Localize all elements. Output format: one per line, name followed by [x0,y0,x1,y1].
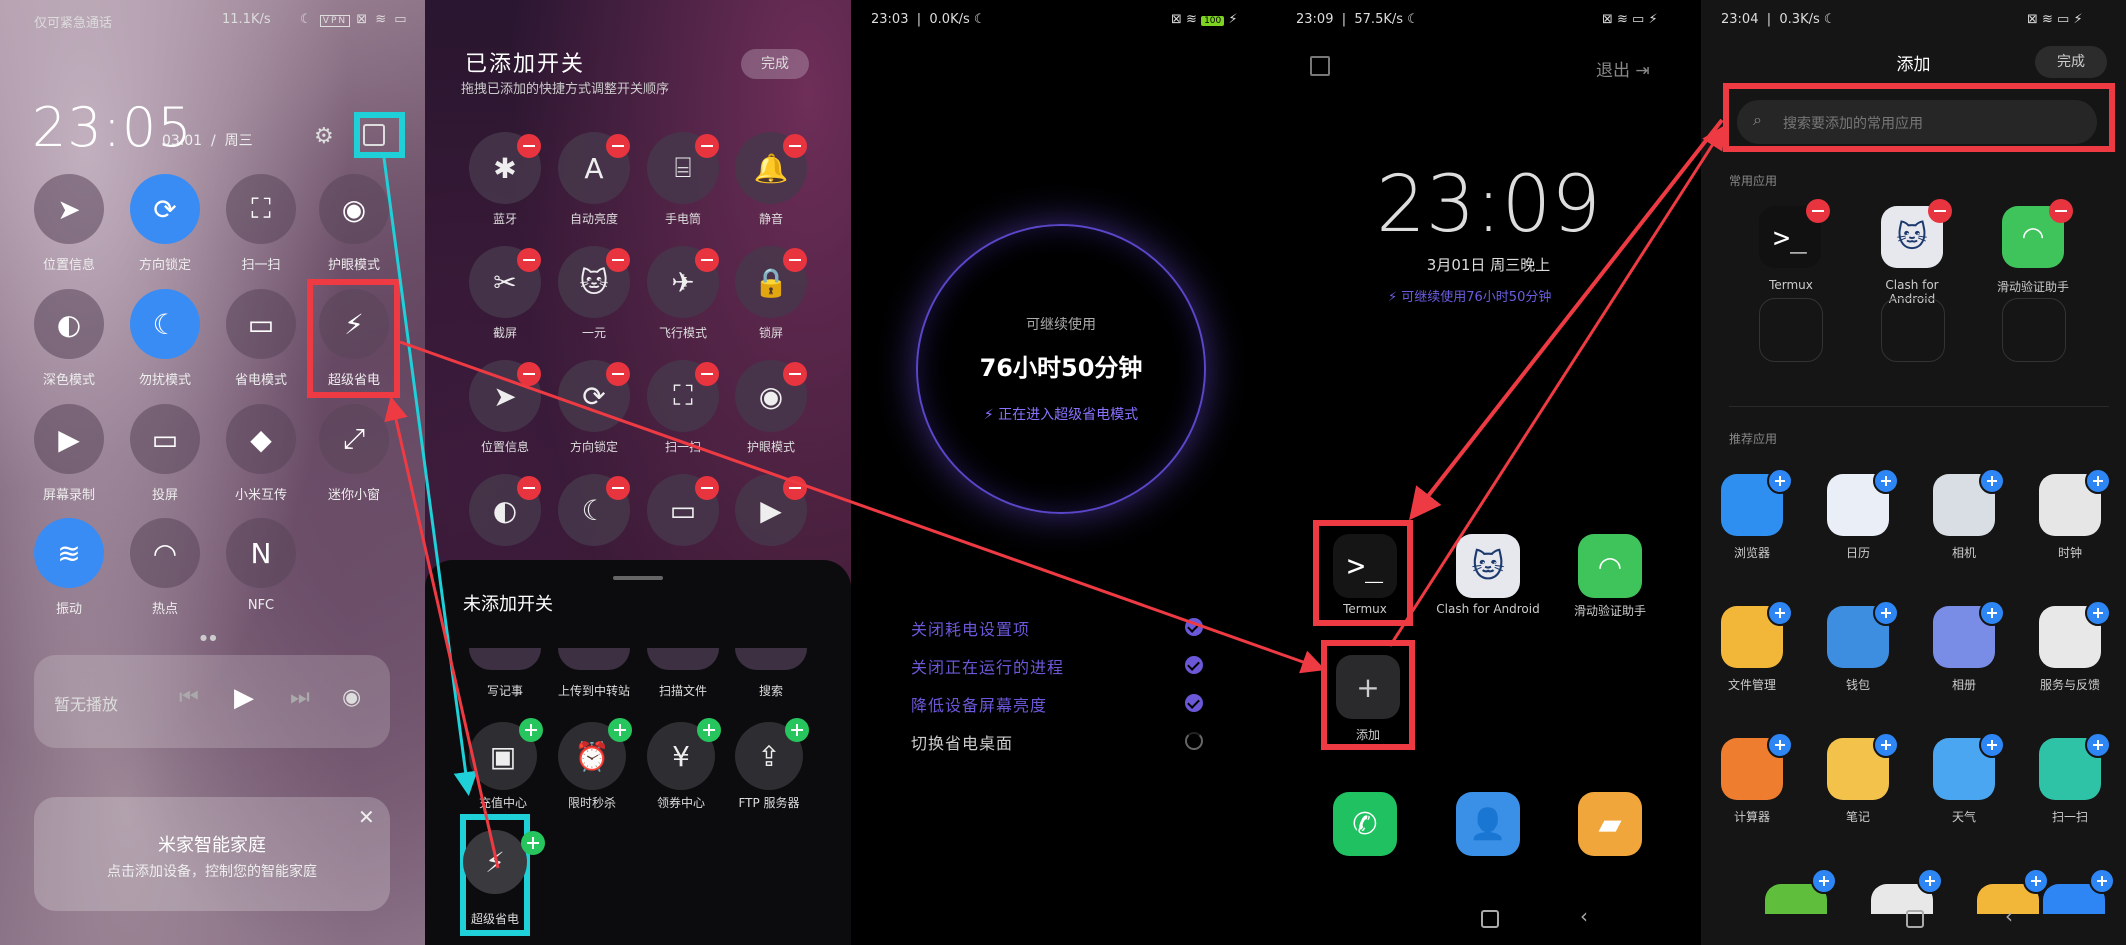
red-arrow [399,340,1326,674]
red-arrow [1409,118,1724,521]
annotation-arrows [382,118,1726,869]
red-arrow [1388,124,1726,647]
red-arrow [384,396,500,869]
cyan-arrow [382,157,478,796]
